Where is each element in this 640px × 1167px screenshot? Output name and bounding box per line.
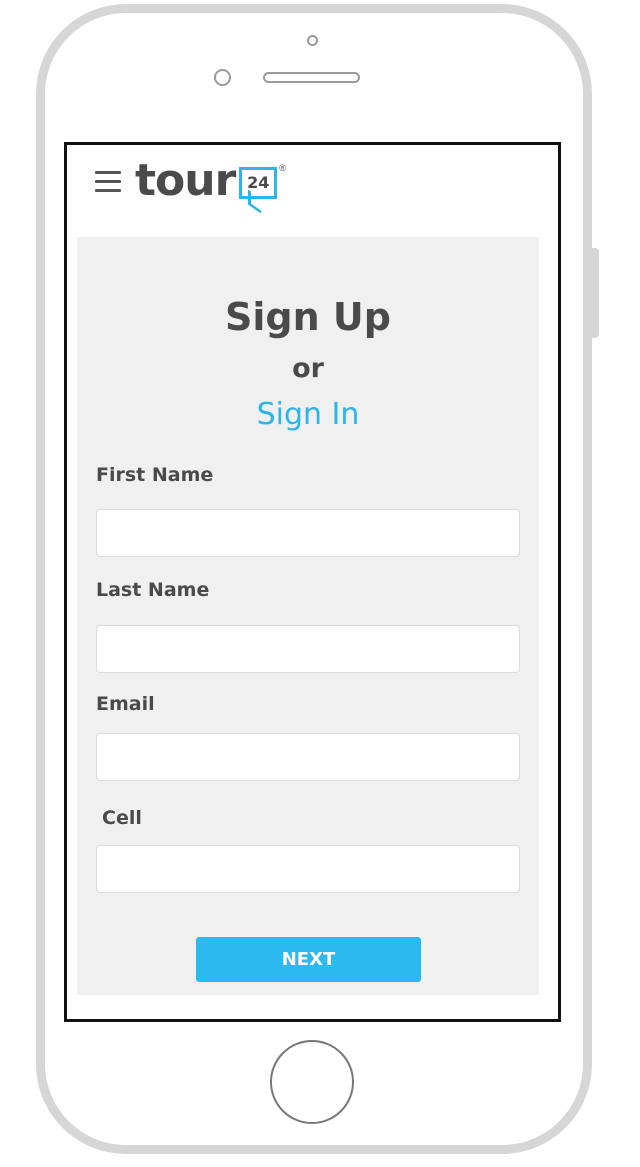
first-name-input[interactable] xyxy=(96,509,520,557)
sign-in-link[interactable]: Sign In xyxy=(77,397,539,432)
home-button[interactable] xyxy=(270,1040,354,1124)
cell-input[interactable] xyxy=(96,845,520,893)
signup-card: Sign Up or Sign In First Name Last Name … xyxy=(77,237,539,995)
speaker-grille xyxy=(263,72,360,83)
registered-mark: ® xyxy=(279,163,286,173)
last-name-label: Last Name xyxy=(96,579,210,601)
phone-screen: tour 24 ® Sign Up or Sign In First Name … xyxy=(64,142,561,1022)
tour24-logo: tour 24 ® xyxy=(135,153,286,214)
or-separator: or xyxy=(292,353,324,384)
logo-badge-number: 24 xyxy=(247,173,270,192)
page-title: Sign Up xyxy=(225,295,391,339)
email-label: Email xyxy=(96,693,155,715)
camera-icon xyxy=(307,35,318,46)
sensor-icon xyxy=(214,69,231,86)
first-name-label: First Name xyxy=(96,464,214,486)
last-name-input[interactable] xyxy=(96,625,520,673)
phone-side-button xyxy=(590,248,599,338)
logo-chat-bubble-icon: 24 xyxy=(239,167,278,214)
hamburger-menu-icon[interactable] xyxy=(95,171,121,193)
logo-text: tour xyxy=(135,155,236,206)
next-button[interactable]: NEXT xyxy=(196,937,421,982)
app-header: tour 24 ® xyxy=(67,145,558,235)
cell-label: Cell xyxy=(102,807,142,829)
email-input[interactable] xyxy=(96,733,520,781)
